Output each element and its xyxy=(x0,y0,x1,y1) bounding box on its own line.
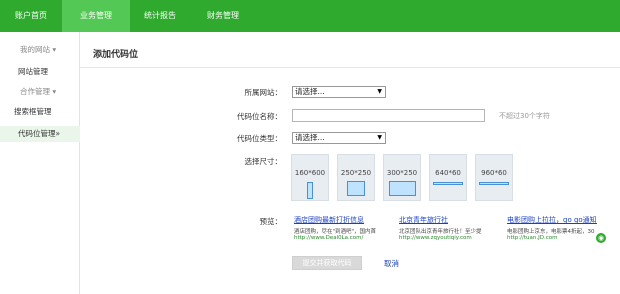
preview-ad-url: http://www.zqyoutiqiy.com xyxy=(399,235,472,241)
size-option-caption: 300*250 xyxy=(386,169,418,177)
size-option-160x600[interactable]: 160*600 xyxy=(291,154,329,201)
preview-ad-title[interactable]: 酒店团购最新打折信息 xyxy=(294,215,384,225)
sidebar-item-adslot-management[interactable]: 代码位管理» xyxy=(0,126,80,142)
dropdown-arrow-icon: ▼ xyxy=(377,134,382,141)
preview-ad-title[interactable]: 北京青年旅行社 xyxy=(399,215,489,225)
size-option-caption: 160*600 xyxy=(294,169,326,177)
site-label: 所属网站： xyxy=(244,88,283,97)
size-option-300x250[interactable]: 300*250 xyxy=(383,154,421,201)
sidebar-group-my-sites[interactable]: 我的网站 ▾ xyxy=(0,42,80,58)
preview-ad: 电影团购上拉拉，go go通知！ 电影团购上京东，电影票4折起，30 http:… xyxy=(507,215,597,241)
preview-label: 预览： xyxy=(259,217,283,226)
size-preview-icon xyxy=(433,182,463,185)
adslot-name-label: 代码位名称： xyxy=(237,112,282,121)
size-option-caption: 250*250 xyxy=(340,169,372,177)
size-preview-icon xyxy=(347,181,365,196)
size-label: 选择尺寸： xyxy=(244,157,283,166)
preview-ad: 酒店团购最新打折信息 酒店团购，尽在"到酒吧"，国内首 http://www.D… xyxy=(294,215,384,241)
preview-ad-url: http://tuan.JD.com xyxy=(507,235,558,241)
sidebar-item-site-management[interactable]: 网站管理 xyxy=(0,64,80,80)
ad-logo-icon: ◉ xyxy=(596,233,606,243)
site-select[interactable]: 请选择... ▼ xyxy=(292,86,386,98)
top-nav-bar: 账户首页 业务管理 统计报告 财务管理 xyxy=(0,0,620,32)
sidebar-item-search-box-management[interactable]: 搜索框管理 xyxy=(0,104,80,120)
adslot-name-hint: 不超过30个字符 xyxy=(499,112,550,120)
preview-ad-title[interactable]: 电影团购上拉拉，go go通知！ xyxy=(507,215,597,225)
size-option-caption: 960*60 xyxy=(481,169,507,177)
adslot-type-select[interactable]: 请选择... ▼ xyxy=(292,132,386,144)
dropdown-arrow-icon: ▼ xyxy=(377,88,382,95)
adslot-type-label: 代码位类型： xyxy=(237,134,282,143)
nav-statistics-report[interactable]: 统计报告 xyxy=(130,0,190,32)
preview-ad-desc: 北京团队出京青年旅行社！至少提 xyxy=(399,229,482,235)
cancel-link[interactable]: 取消 xyxy=(384,258,399,269)
preview-ad-desc: 酒店团购，尽在"到酒吧"，国内首 xyxy=(294,229,377,235)
submit-get-code-button[interactable]: 提交并获取代码 xyxy=(292,256,362,270)
size-option-caption: 640*60 xyxy=(435,169,461,177)
size-option-960x60[interactable]: 960*60 xyxy=(475,154,513,201)
title-divider xyxy=(80,67,620,68)
page-title: 添加代码位 xyxy=(93,50,139,60)
site-select-value: 请选择... xyxy=(295,87,325,96)
size-preview-icon xyxy=(389,181,416,196)
size-option-250x250[interactable]: 250*250 xyxy=(337,154,375,201)
size-preview-icon xyxy=(479,182,509,185)
size-option-640x60[interactable]: 640*60 xyxy=(429,154,467,201)
preview-ad: 北京青年旅行社 北京团队出京青年旅行社！至少提 http://www.zqyou… xyxy=(399,215,489,241)
nav-account-home[interactable]: 账户首页 xyxy=(0,0,62,32)
nav-finance-management[interactable]: 财务管理 xyxy=(190,0,256,32)
preview-ad-url: http://www.Deal0La.com/ xyxy=(294,235,364,241)
preview-ad-desc: 电影团购上京东，电影票4折起，30 xyxy=(507,229,595,235)
sidebar-group-cooperation[interactable]: 合作管理 ▾ xyxy=(0,84,80,100)
adslot-name-input[interactable] xyxy=(292,109,485,122)
size-preview-icon xyxy=(307,182,313,199)
sidebar: 我的网站 ▾ 网站管理 合作管理 ▾ 搜索框管理 代码位管理» xyxy=(0,32,80,294)
nav-business-management[interactable]: 业务管理 xyxy=(62,0,130,32)
adslot-type-select-value: 请选择... xyxy=(295,133,325,142)
